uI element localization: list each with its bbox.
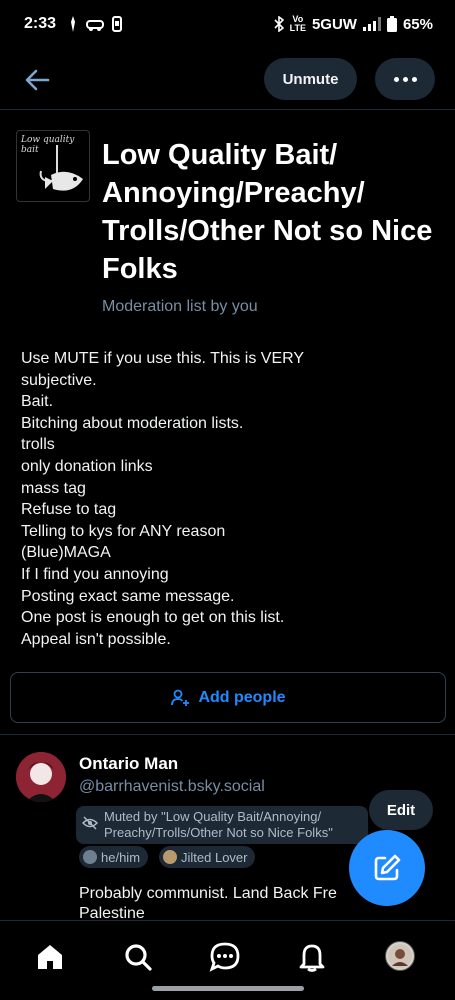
divider [0,734,455,735]
description-line: Bitching about moderation lists. [21,414,244,432]
profile-image [388,944,412,968]
description-line: subjective. [21,371,97,389]
member-avatar-image [16,752,66,802]
description-line: Bait. [21,393,54,411]
compose-button[interactable] [349,830,425,906]
description-line: (Blue)MAGA [21,544,111,562]
description-line: Appeal isn't possible. [21,630,171,648]
description-line: If I find you annoying [21,565,169,583]
pronouns-pill: he/him [79,846,149,868]
description-line: only donation links [21,457,153,475]
description-line: Telling to kys for ANY reason [21,522,226,540]
eye-slash-icon [82,816,98,830]
muted-badge: Muted by "Low Quality Bait/Annoying/ Pre… [76,806,368,844]
add-people-button[interactable]: Add people [10,672,446,723]
phone-icon [112,16,122,32]
list-avatar: Low quality bait [16,130,90,202]
tab-notifications[interactable] [294,939,330,975]
status-left-icons [68,16,122,32]
fan-icon [71,16,75,32]
muted-line-1: Muted by "Low Quality Bait/Annoying/ [104,809,322,824]
pronouns-label: he/him [101,849,141,865]
battery-icon [386,16,397,32]
member-bio: Probably communist. Land Back Fre Palest… [79,884,379,924]
status-time: 2:33 [24,15,57,32]
list-title: Low Quality Bait/ Annoying/Preachy/ Trol… [102,139,433,285]
car-icon [86,20,104,31]
unmute-button[interactable]: Unmute [264,58,357,100]
add-people-label: Add people [198,688,286,706]
back-button[interactable] [22,66,54,94]
network-type: 5GUW [311,15,357,33]
tab-home[interactable] [32,939,68,975]
bio-line: Probably communist. Land Back Fre [79,885,337,902]
ellipsis-icon [393,76,417,82]
bell-icon [299,944,325,972]
list-description: Use MUTE if you use this. This is VERY s… [21,348,441,650]
status-bar: 2:33 Vo LTE 5GUW 65% [0,0,455,50]
tab-search[interactable] [120,939,156,975]
edit-button[interactable]: Edit [369,790,433,830]
user-plus-icon [171,689,190,706]
list-subtitle: Moderation list by you [102,298,258,315]
avatar-text-1: Low quality [20,135,75,145]
search-icon [125,944,152,971]
fishing-hook-image: Low quality bait [20,135,83,191]
member-name[interactable]: Ontario Man [79,754,178,774]
pronouns-icon [83,850,97,864]
description-line: Posting exact same message. [21,587,235,605]
volte-bottom: LTE [289,23,306,33]
label-pill: Jilted Lover [159,846,256,868]
muted-text: Muted by "Low Quality Bait/Annoying/ Pre… [104,809,333,840]
description-line: Use MUTE if you use this. This is VERY [21,350,305,367]
home-icon [38,945,62,969]
description-line: One post is enough to get on this list. [21,609,285,627]
label-icon [163,850,177,864]
signal-icon [362,17,381,31]
muted-line-2: Preachy/Trolls/Other Not so Nice Folks" [104,824,333,840]
avatar[interactable] [16,752,66,802]
chat-bubble-icon [209,942,240,972]
battery-percent: 65% [402,15,433,33]
description-line: trolls [21,436,55,454]
description-line: Refuse to tag [21,501,117,519]
pencil-square-icon [374,854,401,881]
tab-profile-avatar[interactable] [385,941,415,971]
arrow-left-icon [25,69,50,91]
bluetooth-icon [274,16,284,32]
description-line: mass tag [21,479,86,497]
avatar-text-2: bait [21,145,39,155]
label-text: Jilted Lover [181,849,248,865]
more-options-button[interactable] [375,58,435,100]
member-handle: @barrhavenist.bsky.social [79,778,265,795]
tab-chat[interactable] [207,939,243,975]
home-indicator[interactable] [152,986,304,991]
status-right: Vo LTE 5GUW 65% [274,15,433,33]
volte-indicator: Vo LTE [290,15,306,33]
top-bar: Unmute [0,50,455,110]
